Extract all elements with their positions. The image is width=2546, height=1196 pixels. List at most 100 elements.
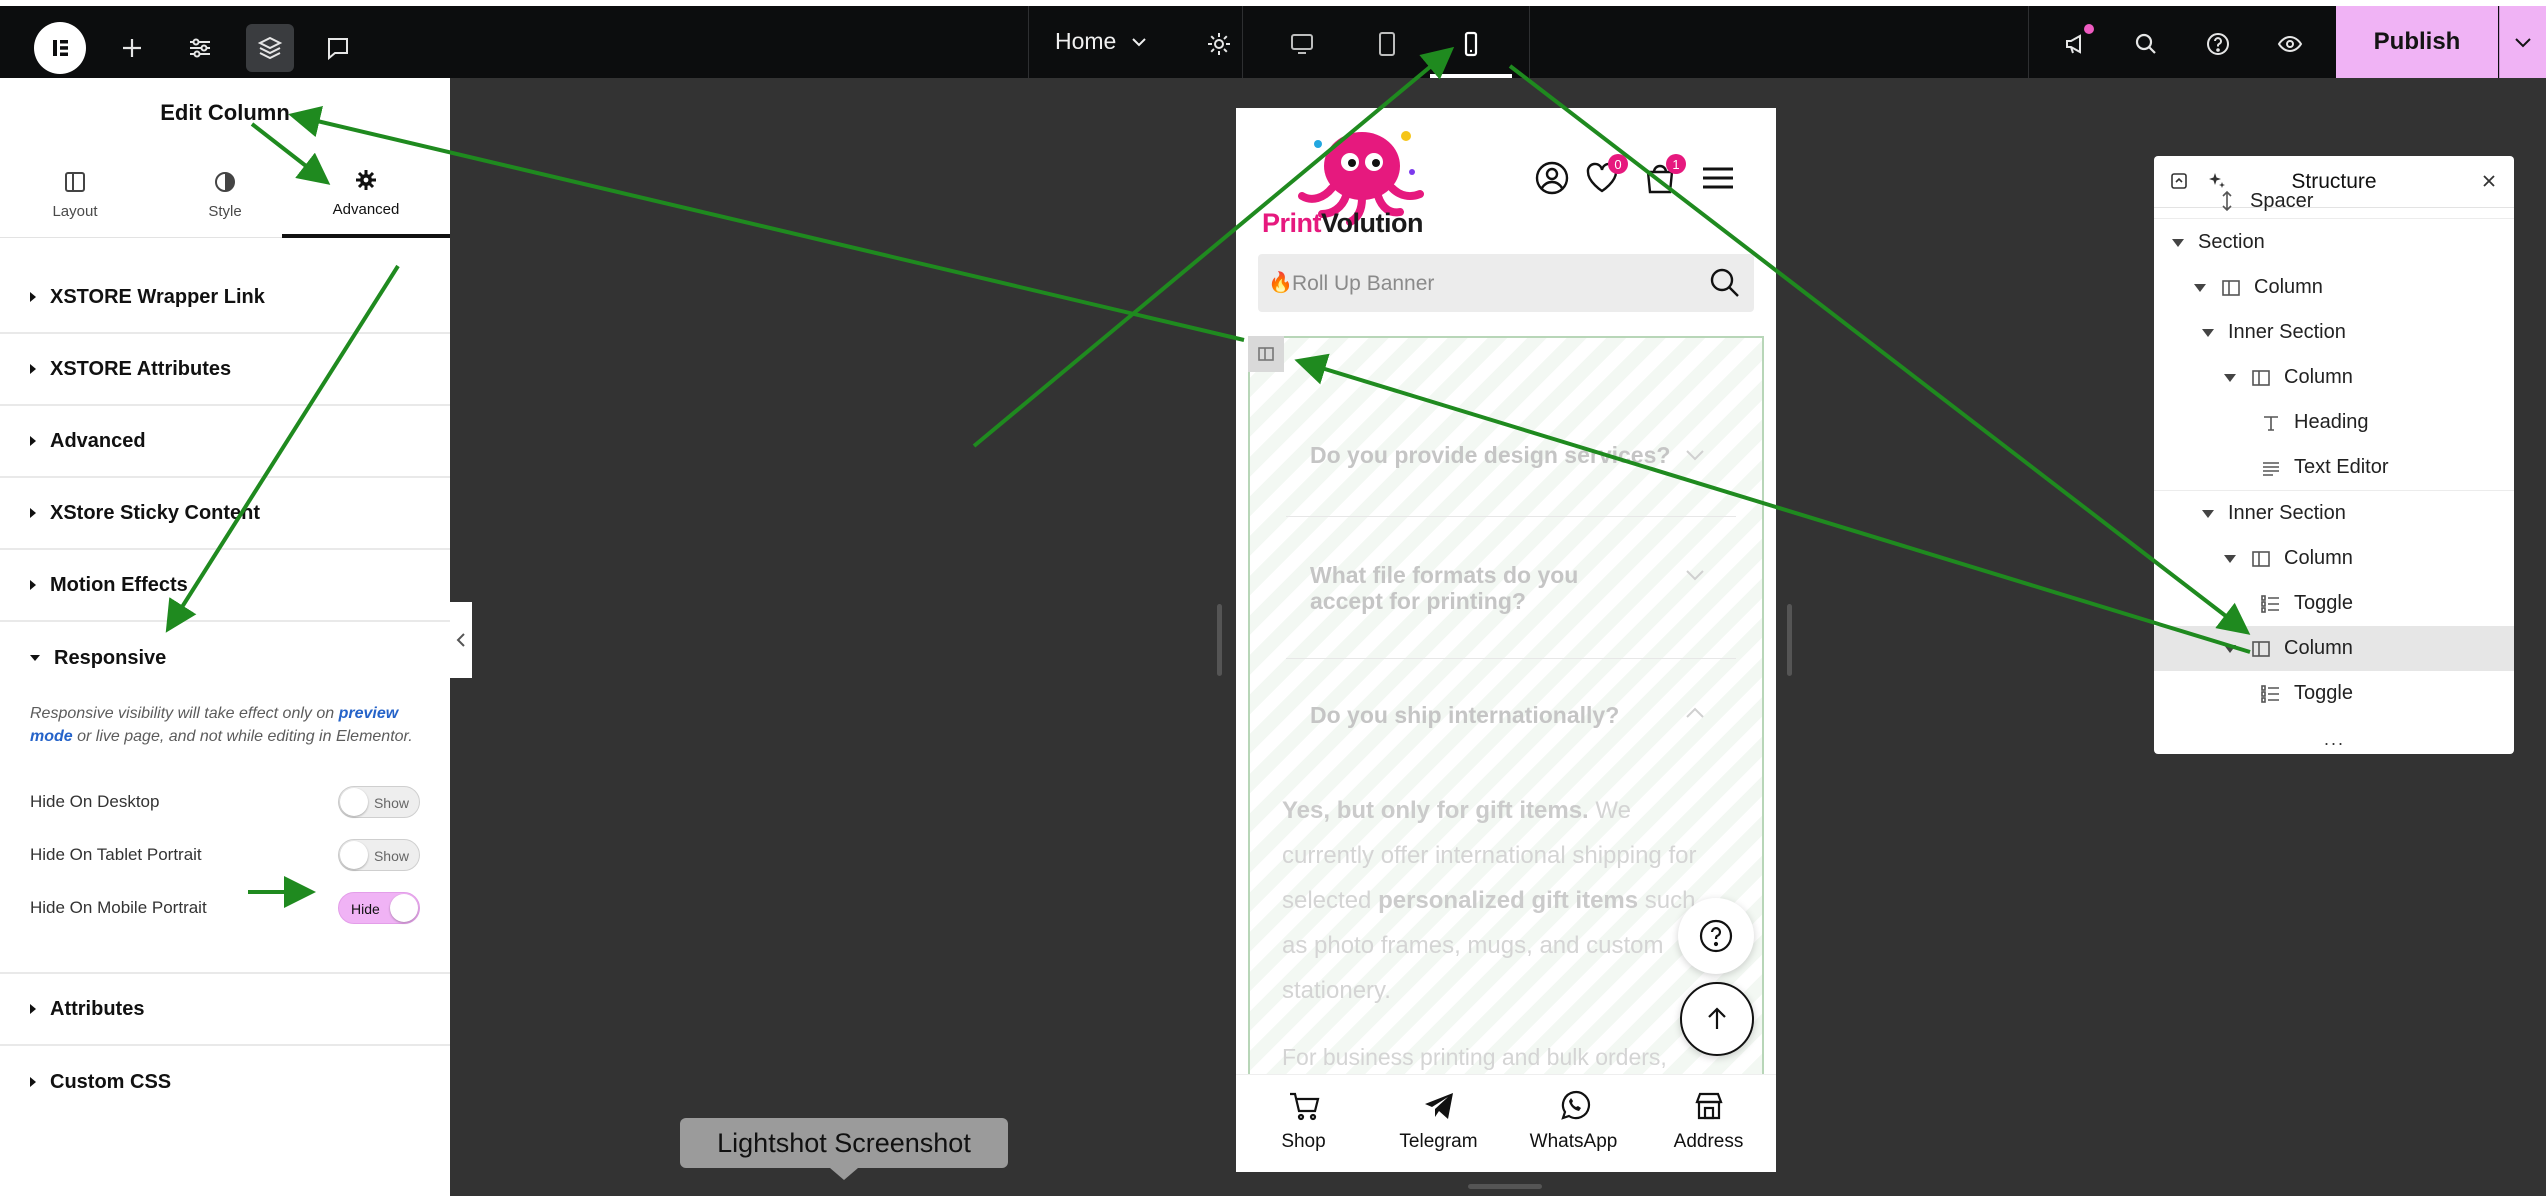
scroll-top-arrow-icon[interactable] — [1680, 982, 1754, 1056]
help-icon[interactable] — [2194, 20, 2242, 68]
divider — [1242, 6, 1243, 78]
divider — [2154, 218, 2514, 219]
whatsapp-icon — [1560, 1091, 1590, 1120]
tree-item-inner-section[interactable]: Inner Section — [2154, 310, 2514, 355]
column-icon — [2252, 369, 2270, 386]
section-xstore-attributes[interactable]: XSTORE Attributes — [0, 334, 450, 406]
hide-desktop-toggle[interactable]: Show — [338, 786, 420, 818]
bottom-nav-shop[interactable]: Shop — [1236, 1089, 1371, 1153]
expand-caret-icon — [2224, 373, 2236, 382]
bottom-nav-telegram[interactable]: Telegram — [1371, 1089, 1506, 1153]
tablet-view-icon[interactable] — [1363, 20, 1411, 68]
tree-item-inner-section[interactable]: Inner Section — [2154, 491, 2514, 536]
divider — [1286, 658, 1736, 659]
text-editor-icon — [2263, 461, 2279, 476]
account-user-icon[interactable] — [1530, 156, 1574, 200]
announcements-megaphone-icon[interactable] — [2052, 20, 2100, 68]
tab-style[interactable]: Style — [150, 150, 300, 238]
caret-right-icon — [30, 1077, 36, 1087]
preview-eye-icon[interactable] — [2266, 20, 2314, 68]
caret-right-icon — [30, 364, 36, 374]
tab-advanced[interactable]: Advanced — [282, 150, 450, 238]
collapse-panel-chevron-icon[interactable] — [450, 602, 472, 678]
tree-item-column[interactable]: Column — [2154, 536, 2514, 581]
faq-answer-continued: For business printing and bulk orders, — [1282, 1044, 1667, 1070]
cart-bag-icon[interactable]: 1 — [1638, 154, 1686, 200]
tree-item-column-selected[interactable]: Column — [2154, 626, 2514, 671]
hide-tablet-toggle[interactable]: Show — [338, 839, 420, 871]
section-advanced[interactable]: Advanced — [0, 406, 450, 478]
caret-right-icon — [30, 508, 36, 518]
faq-question[interactable]: Do you provide design services? — [1310, 442, 1670, 468]
mobile-preview-canvas: PrintVolution 0 1 🔥 Roll Up Banner Do yo… — [1236, 108, 1776, 1172]
tree-item-spacer[interactable]: Spacer — [2154, 186, 2514, 216]
column-icon — [2252, 640, 2270, 657]
resize-handle-right[interactable] — [1787, 604, 1792, 676]
hide-mobile-label: Hide On Mobile Portrait — [30, 898, 207, 917]
header-icons: 0 1 — [1530, 154, 1750, 206]
section-motion-effects[interactable]: Motion Effects — [0, 550, 450, 622]
fire-icon: 🔥 — [1268, 272, 1293, 294]
faq-question[interactable]: What file formats do you accept for prin… — [1310, 562, 1640, 614]
tree-item-heading[interactable]: Heading — [2154, 400, 2514, 445]
section-label: Attributes — [50, 997, 145, 1020]
bottom-nav-address[interactable]: Address — [1641, 1089, 1776, 1153]
section-label: Advanced — [50, 429, 146, 452]
add-element-icon[interactable] — [108, 24, 156, 72]
product-search-bar[interactable]: 🔥 Roll Up Banner — [1258, 254, 1754, 312]
page-settings-gear-icon[interactable] — [1195, 20, 1243, 68]
divider — [1286, 516, 1736, 517]
store-icon — [1694, 1092, 1723, 1120]
resize-handle-bottom[interactable] — [1468, 1184, 1542, 1189]
divider — [2028, 6, 2029, 78]
tree-item-column[interactable]: Column — [2154, 355, 2514, 400]
search-icon[interactable] — [2122, 20, 2170, 68]
gear-icon — [356, 169, 376, 190]
structure-layers-icon[interactable] — [246, 24, 294, 72]
tree-item-column[interactable]: Column — [2154, 265, 2514, 310]
wishlist-count-badge: 0 — [1608, 154, 1628, 174]
publish-button[interactable]: Publish — [2336, 6, 2498, 78]
tab-layout[interactable]: Layout — [0, 150, 150, 238]
tree-item-toggle[interactable]: Toggle — [2154, 581, 2514, 626]
toggle-knob — [340, 788, 368, 816]
faq-question[interactable]: Do you ship internationally? — [1310, 702, 1619, 728]
site-settings-icon[interactable] — [176, 24, 224, 72]
expand-caret-icon — [2224, 644, 2236, 653]
chevron-down-icon — [1686, 450, 1704, 461]
hide-desktop-label: Hide On Desktop — [30, 792, 160, 811]
section-responsive[interactable]: Responsive — [0, 622, 450, 694]
elementor-logo-icon[interactable] — [34, 22, 86, 74]
caret-right-icon — [30, 1004, 36, 1014]
page-selector[interactable]: Home — [1055, 28, 1148, 55]
section-xstore-sticky-content[interactable]: XStore Sticky Content — [0, 478, 450, 550]
column-handle-icon[interactable] — [1248, 336, 1284, 372]
brand-name: PrintVolution — [1262, 208, 1423, 238]
bottom-nav-whatsapp[interactable]: WhatsApp — [1506, 1089, 1641, 1153]
tree-item-text-editor[interactable]: Text Editor — [2154, 445, 2514, 490]
comments-icon[interactable] — [314, 24, 362, 72]
lightshot-tooltip: Lightshot Screenshot — [680, 1118, 1008, 1180]
panel-title: Edit Column — [160, 100, 290, 125]
section-custom-css[interactable]: Custom CSS — [0, 1046, 450, 1118]
resize-handle-left[interactable] — [1217, 604, 1222, 676]
wishlist-heart-icon[interactable]: 0 — [1580, 154, 1628, 200]
tree-item-toggle[interactable]: Toggle — [2154, 671, 2514, 716]
tab-label: Style — [208, 202, 242, 220]
mobile-view-icon[interactable] — [1447, 20, 1495, 68]
hide-mobile-toggle[interactable]: Hide — [338, 892, 420, 924]
help-question-icon[interactable] — [1678, 898, 1754, 974]
tab-label: Advanced — [332, 200, 400, 218]
publish-options-chevron-icon[interactable] — [2499, 6, 2546, 78]
more-dots[interactable]: ... — [2324, 729, 2345, 750]
section-xstore-wrapper-link[interactable]: XSTORE Wrapper Link — [0, 262, 450, 334]
column-icon — [2222, 279, 2240, 296]
section-attributes[interactable]: Attributes — [0, 974, 450, 1046]
hamburger-menu-icon[interactable] — [1696, 156, 1740, 200]
panel-tabs: Layout Style Advanced — [0, 150, 450, 238]
desktop-view-icon[interactable] — [1278, 20, 1326, 68]
toggle-list-icon — [2261, 594, 2279, 613]
search-icon[interactable] — [1708, 266, 1742, 300]
toggle-knob — [390, 894, 418, 922]
tree-item-section[interactable]: Section — [2154, 220, 2514, 265]
